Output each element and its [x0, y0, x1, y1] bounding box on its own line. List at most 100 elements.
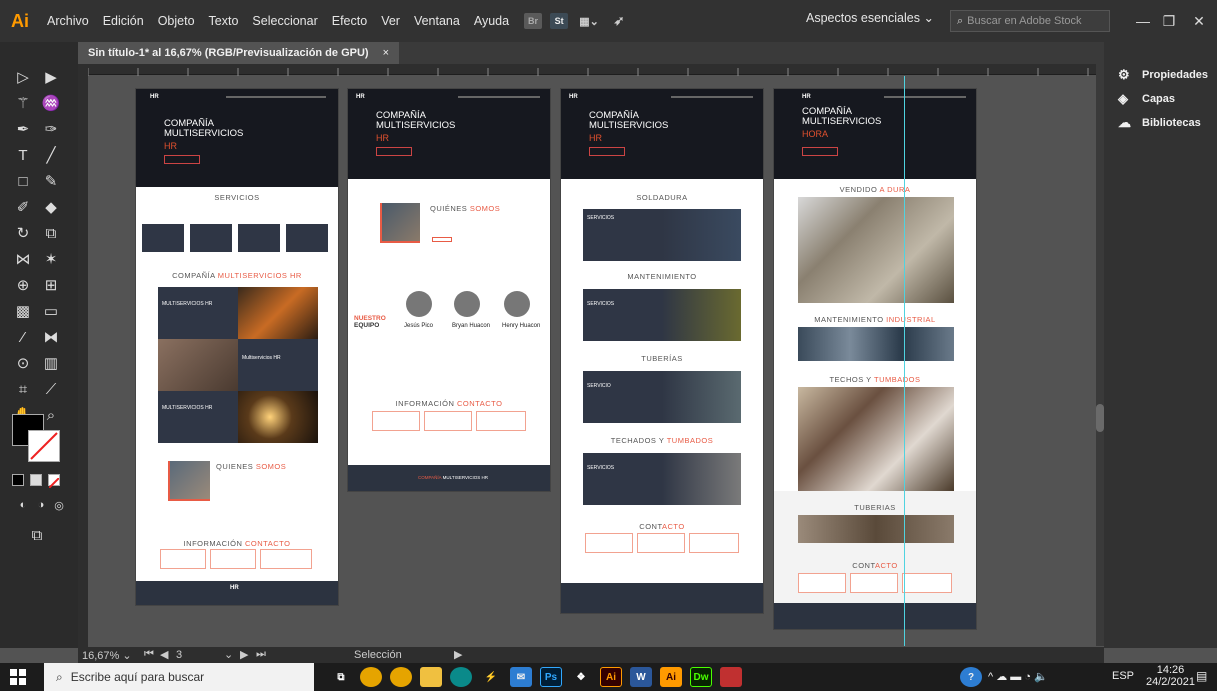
eyedropper-tool-icon[interactable]: ⁄	[10, 326, 36, 348]
close-tab-icon[interactable]: ×	[383, 47, 389, 59]
rotate-tool-icon[interactable]: ↻	[10, 222, 36, 244]
gradient-tool-icon[interactable]: ▭	[38, 300, 64, 322]
lightning-app-icon[interactable]: ⚡	[480, 667, 502, 687]
line-tool-icon[interactable]: ╱	[38, 144, 64, 166]
last-artboard-icon[interactable]: ⏭	[256, 648, 266, 661]
width-tool-icon[interactable]: ⋈	[10, 248, 36, 270]
tab-document[interactable]: Sin título-1* al 16,67% (RGB/Previsualiz…	[78, 42, 400, 64]
footer	[774, 603, 976, 629]
horizontal-ruler[interactable]	[78, 64, 1104, 77]
stock-icon[interactable]: St	[550, 13, 569, 29]
dropbox-icon[interactable]: ❖	[570, 667, 592, 687]
color-mode-icon[interactable]	[12, 474, 24, 486]
selection-tool-icon[interactable]: ▷	[10, 66, 36, 88]
stock-search-input[interactable]: ⌕ Buscar en Adobe Stock	[950, 10, 1110, 32]
shape-builder-tool-icon[interactable]: ⊕	[10, 274, 36, 296]
menu-edicion[interactable]: Edición	[96, 14, 151, 28]
help-icon[interactable]: ?	[960, 667, 982, 687]
notifications-icon[interactable]: ▤	[1196, 669, 1207, 683]
direct-selection-tool-icon[interactable]: ▶	[38, 66, 64, 88]
artboard-4[interactable]: HR COMPAÑÍA MULTISERVICIOS HORA VENDIDO A…	[774, 89, 976, 629]
gradient-mode-icon[interactable]	[30, 474, 42, 486]
perspective-grid-tool-icon[interactable]: ⊞	[38, 274, 64, 296]
first-artboard-icon[interactable]: ⏮	[144, 648, 154, 661]
none-mode-icon[interactable]	[48, 474, 60, 489]
shaper-tool-icon[interactable]: ✐	[10, 196, 36, 218]
chrome-icon[interactable]	[390, 667, 412, 687]
rectangle-tool-icon[interactable]: □	[10, 170, 36, 192]
windows-taskbar: ⌕ Escribe aquí para buscar ⧉ ⚡ ✉ Ps ❖ Ai …	[0, 663, 1217, 691]
puppet-warp-tool-icon[interactable]: ✶	[38, 248, 64, 270]
taskbar-search-input[interactable]: ⌕ Escribe aquí para buscar	[44, 663, 314, 691]
panel-layers[interactable]: ◈ Capas	[1118, 90, 1175, 108]
slice-tool-icon[interactable]: ⟋	[38, 378, 64, 400]
close-icon[interactable]: ✕	[1180, 0, 1217, 42]
menu-ver[interactable]: Ver	[374, 14, 407, 28]
windows-start-icon[interactable]	[10, 669, 26, 685]
zoom-level[interactable]: 16,67% ⌄	[82, 649, 132, 662]
menu-seleccionar[interactable]: Seleccionar	[245, 14, 324, 28]
language-indicator[interactable]: ESP	[1112, 670, 1134, 682]
dreamweaver-icon[interactable]: Dw	[690, 667, 712, 687]
menu-efecto[interactable]: Efecto	[325, 14, 374, 28]
menu-archivo[interactable]: Archivo	[40, 14, 96, 28]
previous-artboard-icon[interactable]: ◀	[160, 648, 168, 661]
column-graph-tool-icon[interactable]: ▥	[38, 352, 64, 374]
type-tool-icon[interactable]: T	[10, 144, 36, 166]
file-explorer-icon[interactable]	[420, 667, 442, 687]
symbol-sprayer-tool-icon[interactable]: ⊙	[10, 352, 36, 374]
task-view-icon[interactable]: ⧉	[330, 667, 352, 687]
artboard-number[interactable]: 3	[176, 649, 182, 661]
draw-inside-icon[interactable]: ◎	[46, 494, 72, 516]
menu-ventana[interactable]: Ventana	[407, 14, 467, 28]
blend-tool-icon[interactable]: ⧓	[38, 326, 64, 348]
gpu-performance-icon[interactable]: ➶	[610, 13, 628, 29]
menu-ayuda[interactable]: Ayuda	[467, 14, 516, 28]
artboard-2[interactable]: HR COMPAÑÍA MULTISERVICIOS HR QUIÉNES SOM…	[348, 89, 550, 491]
arrange-documents-icon[interactable]: ▦⌄	[576, 13, 602, 29]
edge-icon[interactable]	[450, 667, 472, 687]
screen-mode-icon[interactable]: ⧉	[24, 524, 50, 546]
stroke-color-swatch[interactable]	[28, 430, 60, 462]
eraser-tool-icon[interactable]: ◆	[38, 196, 64, 218]
service-card	[238, 224, 280, 252]
mail-icon[interactable]: ✉	[510, 667, 532, 687]
hero-button	[589, 147, 625, 156]
menu-texto[interactable]: Texto	[202, 14, 246, 28]
next-artboard-icon[interactable]: ▶	[240, 648, 248, 661]
photoshop-icon[interactable]: Ps	[540, 667, 562, 687]
system-tray-icons[interactable]: ^ ☁ ▬ ◔ 🔈	[988, 670, 1048, 683]
pen-tool-icon[interactable]: ✒	[10, 118, 36, 140]
artboard-3[interactable]: HR COMPAÑÍA MULTISERVICIOS HR SOLDADURA S…	[561, 89, 763, 613]
clock[interactable]: 14:26 24/2/2021	[1146, 664, 1195, 688]
illustrator-icon[interactable]: Ai	[600, 667, 622, 687]
bridge-icon[interactable]: Br	[524, 13, 543, 29]
artboard-tool-icon[interactable]: ⌗	[10, 378, 36, 400]
artboard-canvas[interactable]: HR COMPAÑÍA MULTISERVICIOS HR SERVICIOS C…	[88, 76, 1096, 646]
panel-libraries[interactable]: ☁ Bibliotecas	[1118, 114, 1201, 132]
lasso-tool-icon[interactable]: ♒	[38, 92, 64, 114]
logo-text: HR	[569, 94, 578, 100]
status-menu-icon[interactable]: ▶	[454, 648, 462, 661]
chevron-down-icon[interactable]: ⌄	[224, 648, 233, 661]
app-icon[interactable]	[720, 667, 742, 687]
vertical-ruler[interactable]	[78, 64, 88, 647]
curvature-tool-icon[interactable]: ✑	[38, 118, 64, 140]
vertical-scrollbar[interactable]	[1096, 64, 1104, 646]
artboard-1[interactable]: HR COMPAÑÍA MULTISERVICIOS HR SERVICIOS C…	[136, 89, 338, 605]
panel-properties[interactable]: ⚙ Propiedades	[1118, 66, 1208, 84]
section-title: INFORMACIÓN CONTACTO	[395, 399, 503, 408]
word-icon[interactable]: W	[630, 667, 652, 687]
chrome-icon[interactable]	[360, 667, 382, 687]
paintbrush-tool-icon[interactable]: ✎	[38, 170, 64, 192]
workspace-switcher[interactable]: Aspectos esenciales ⌄	[806, 10, 934, 25]
illustrator-active-icon[interactable]: Ai	[660, 667, 682, 687]
scroll-thumb[interactable]	[1096, 404, 1104, 432]
scale-tool-icon[interactable]: ⧉	[38, 222, 64, 244]
welding-photo	[238, 287, 318, 339]
hero-button	[376, 147, 412, 156]
vertical-guide[interactable]	[904, 76, 905, 646]
magic-wand-tool-icon[interactable]: ⚚	[10, 92, 36, 114]
menu-objeto[interactable]: Objeto	[151, 14, 202, 28]
mesh-tool-icon[interactable]: ▩	[10, 300, 36, 322]
